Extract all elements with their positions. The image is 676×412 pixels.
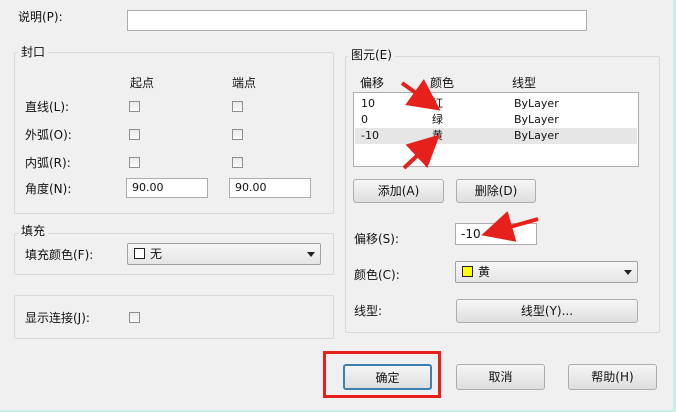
annotation-arrows xyxy=(400,79,539,242)
arrow-to-red-icon xyxy=(400,79,441,111)
arrow-to-yellow-icon xyxy=(402,134,440,170)
arrow-to-offset-icon xyxy=(481,211,539,242)
multiline-style-dialog: 说明(P): 封口 起点 端点 直线(L): 外弧(O): 内弧(R): 角度(… xyxy=(0,0,673,410)
